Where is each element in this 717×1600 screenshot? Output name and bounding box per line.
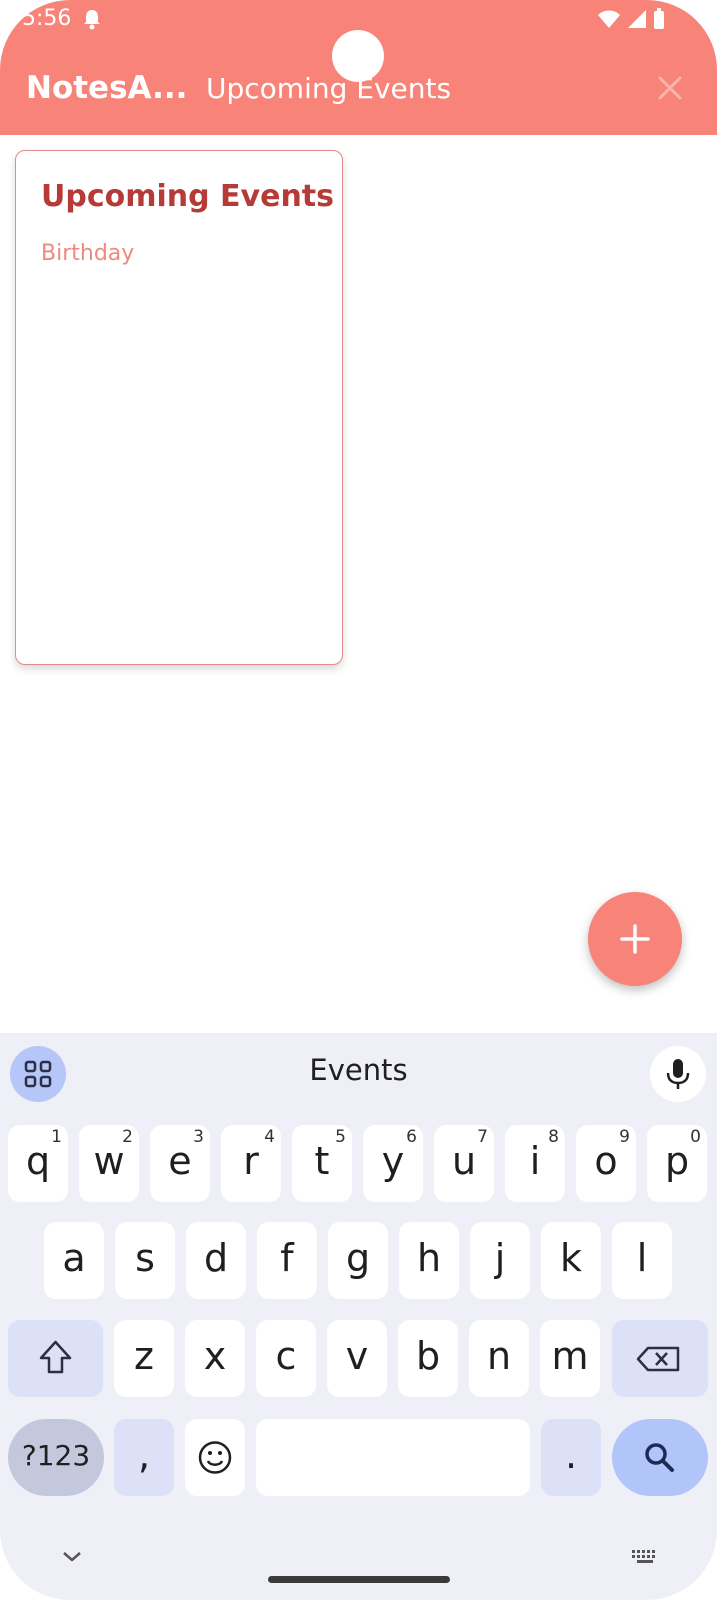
microphone-icon [666,1059,690,1089]
key-m[interactable]: m [540,1320,600,1397]
space-key[interactable] [256,1419,530,1496]
note-card[interactable]: Upcoming Events Birthday [15,150,343,665]
key-r[interactable]: r4 [221,1125,281,1202]
key-label: b [415,1334,441,1378]
key-label: d [203,1236,229,1280]
search-icon [645,1443,674,1472]
key-e[interactable]: e3 [150,1125,210,1202]
key-number-hint: 0 [690,1127,701,1147]
app-bar: 5:56 NotesA... Upcoming Events [0,0,717,135]
key-label: h [416,1236,442,1280]
key-f[interactable]: f [257,1222,317,1299]
key-y[interactable]: y6 [363,1125,423,1202]
key-label: l [636,1236,648,1280]
key-label: s [135,1236,155,1280]
emoji-icon [198,1441,232,1474]
hide-keyboard-chevron-icon[interactable] [60,1550,84,1564]
key-label: z [134,1334,154,1378]
wifi-icon [598,10,620,28]
search-input[interactable]: Upcoming Events [206,72,451,105]
key-p[interactable]: p0 [647,1125,707,1202]
key-label: f [280,1236,294,1280]
period-key[interactable]: . [541,1419,601,1496]
note-body: Birthday [41,241,135,266]
shift-key[interactable] [8,1320,103,1397]
key-w[interactable]: w2 [79,1125,139,1202]
soft-keyboard: Events q1w2e3r4t5y6u7i8o9p0 a s d f g h j k l z x… [0,1033,717,1600]
key-k[interactable]: k [541,1222,601,1299]
key-i[interactable]: i8 [505,1125,565,1202]
emoji-key[interactable] [185,1419,245,1496]
key-label: v [345,1334,369,1378]
key-number-hint: 3 [193,1127,204,1147]
key-number-hint: 7 [477,1127,488,1147]
key-c[interactable]: c [256,1320,316,1397]
key-label: m [551,1334,589,1378]
key-label: c [275,1334,297,1378]
notification-bell-icon [84,10,100,30]
shift-icon [39,1340,72,1374]
status-time: 5:56 [22,6,72,31]
app-title: NotesA... [26,70,188,106]
key-j[interactable]: j [470,1222,530,1299]
battery-icon [654,8,664,29]
key-a[interactable]: a [44,1222,104,1299]
key-l[interactable]: l [612,1222,672,1299]
keyboard-suggestion-strip: Events [0,1033,717,1113]
key-number-hint: 2 [122,1127,133,1147]
key-o[interactable]: o9 [576,1125,636,1202]
note-title: Upcoming Events [41,179,334,214]
symbols-key-label: ?123 [21,1439,91,1472]
close-search-icon[interactable] [652,70,688,106]
key-label: k [559,1236,582,1280]
key-number-hint: 1 [51,1127,62,1147]
backspace-key[interactable] [612,1320,708,1397]
key-label: g [345,1236,371,1280]
key-z[interactable]: z [114,1320,174,1397]
key-s[interactable]: s [115,1222,175,1299]
symbols-key[interactable]: ?123 [8,1419,104,1496]
key-number-hint: 8 [548,1127,559,1147]
comma-key[interactable]: , [114,1419,174,1496]
key-v[interactable]: v [327,1320,387,1397]
key-number-hint: 5 [335,1127,346,1147]
key-label: n [486,1334,512,1378]
key-b[interactable]: b [398,1320,458,1397]
key-q[interactable]: q1 [8,1125,68,1202]
key-g[interactable]: g [328,1222,388,1299]
key-t[interactable]: t5 [292,1125,352,1202]
key-d[interactable]: d [186,1222,246,1299]
search-key[interactable] [612,1419,708,1496]
period-key-label: . [564,1433,578,1477]
key-n[interactable]: n [469,1320,529,1397]
key-number-hint: 4 [264,1127,275,1147]
plus-icon [620,924,650,954]
comma-key-label: , [137,1433,151,1477]
key-label: a [62,1236,86,1280]
word-suggestion[interactable]: Events [0,1053,717,1087]
key-number-hint: 9 [619,1127,630,1147]
backspace-icon [636,1346,680,1372]
key-label: j [494,1236,506,1280]
keyboard-switch-icon[interactable] [630,1548,660,1566]
key-h[interactable]: h [399,1222,459,1299]
key-u[interactable]: u7 [434,1125,494,1202]
key-x[interactable]: x [185,1320,245,1397]
signal-icon [628,10,646,28]
app-screen: 5:56 NotesA... Upcoming Events Upcoming … [0,0,717,1600]
status-icons [597,8,665,30]
voice-input-button[interactable] [650,1046,706,1102]
key-label: x [203,1334,227,1378]
key-number-hint: 6 [406,1127,417,1147]
add-note-button[interactable] [588,892,682,986]
home-indicator[interactable] [268,1576,450,1583]
